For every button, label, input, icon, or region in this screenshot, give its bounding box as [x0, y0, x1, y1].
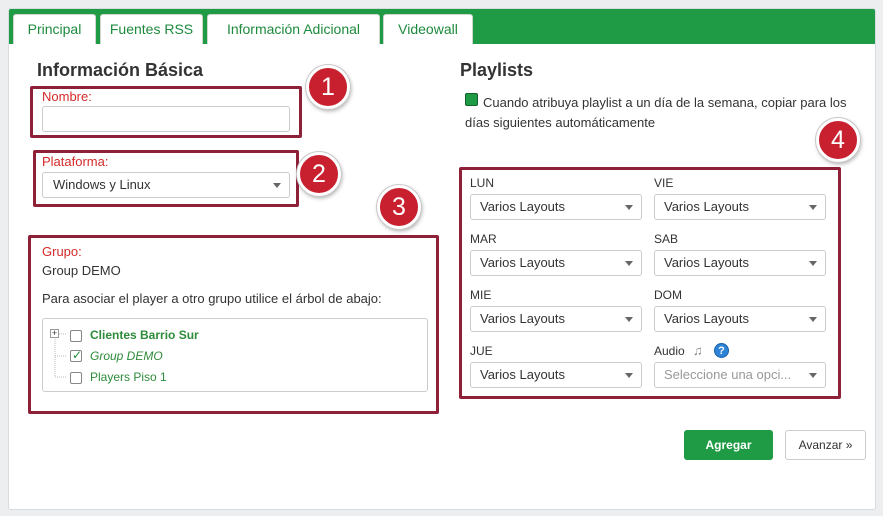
- auto-copy-label: Cuando atribuya playlist a un día de la …: [465, 95, 847, 130]
- day-label-dom: DOM: [654, 288, 682, 302]
- chevron-down-icon: [273, 183, 281, 188]
- tree-hint: Para asociar el player a otro grupo util…: [42, 291, 382, 306]
- music-note-icon: ♫: [693, 343, 703, 358]
- plataforma-select[interactable]: Windows y Linux: [42, 172, 290, 198]
- day-select-sab[interactable]: Varios Layouts: [654, 250, 826, 276]
- annotation-badge-1: 1: [306, 65, 350, 109]
- grupo-value: Group DEMO: [42, 263, 121, 278]
- nombre-input[interactable]: [42, 106, 290, 132]
- playlists-heading: Playlists: [460, 60, 534, 80]
- day-value-sab: Varios Layouts: [664, 255, 750, 270]
- day-value-mie: Varios Layouts: [480, 311, 566, 326]
- help-icon[interactable]: ?: [714, 343, 729, 358]
- day-label-vie: VIE: [654, 176, 674, 190]
- tree-checkbox-group-demo[interactable]: ✓: [70, 348, 83, 362]
- plataforma-label: Plataforma:: [42, 154, 109, 169]
- tree-item-group-demo[interactable]: Group DEMO: [90, 349, 163, 363]
- day-select-jue[interactable]: Varios Layouts: [470, 362, 642, 388]
- grupo-label: Grupo:: [42, 244, 82, 259]
- audio-placeholder: Seleccione una opci...: [664, 367, 792, 382]
- annotation-badge-2: 2: [297, 152, 341, 196]
- chevron-down-icon: [625, 373, 633, 378]
- day-select-mie[interactable]: Varios Layouts: [470, 306, 642, 332]
- audio-select[interactable]: Seleccione una opci...: [654, 362, 826, 388]
- player-form-card: Principal Fuentes RSS Información Adicio…: [8, 8, 876, 510]
- plataforma-value: Windows y Linux: [53, 177, 151, 192]
- tree-checkbox-clientes[interactable]: [70, 330, 82, 342]
- nombre-label: Nombre:: [42, 89, 92, 104]
- chevron-down-icon: [809, 205, 817, 210]
- chevron-down-icon: [625, 261, 633, 266]
- tree-item-players[interactable]: Players Piso 1: [90, 370, 167, 384]
- audio-label: Audio: [654, 344, 685, 358]
- day-value-vie: Varios Layouts: [664, 199, 750, 214]
- tab-informacion-adicional[interactable]: Información Adicional: [207, 14, 380, 44]
- day-label-mie: MIE: [470, 288, 492, 302]
- tree-checkbox-players[interactable]: [70, 372, 82, 384]
- chevron-down-icon: [625, 205, 633, 210]
- day-label-jue: JUE: [470, 344, 493, 358]
- basic-info-heading: Información Básica: [37, 60, 204, 80]
- day-select-dom[interactable]: Varios Layouts: [654, 306, 826, 332]
- tab-bar: Principal Fuentes RSS Información Adicio…: [9, 9, 875, 44]
- day-value-lun: Varios Layouts: [480, 199, 566, 214]
- day-label-lun: LUN: [470, 176, 495, 190]
- tab-videowall[interactable]: Videowall: [383, 14, 473, 44]
- day-select-lun[interactable]: Varios Layouts: [470, 194, 642, 220]
- group-tree: + Clientes Barrio Sur ✓ Group DEMO Playe…: [42, 318, 428, 392]
- chevron-down-icon: [625, 317, 633, 322]
- tab-fuentes-rss[interactable]: Fuentes RSS: [100, 14, 203, 44]
- day-label-mar: MAR: [470, 232, 497, 246]
- chevron-down-icon: [809, 373, 817, 378]
- tree-item-clientes[interactable]: Clientes Barrio Sur: [90, 328, 199, 342]
- day-value-mar: Varios Layouts: [480, 255, 566, 270]
- annotation-badge-3: 3: [377, 185, 421, 229]
- day-value-dom: Varios Layouts: [664, 311, 750, 326]
- tab-principal[interactable]: Principal: [13, 14, 96, 44]
- day-select-vie[interactable]: Varios Layouts: [654, 194, 826, 220]
- tree-expand-icon[interactable]: +: [50, 329, 59, 338]
- chevron-down-icon: [809, 317, 817, 322]
- agregar-button[interactable]: Agregar: [684, 430, 773, 460]
- annotation-badge-4: 4: [816, 118, 860, 162]
- day-value-jue: Varios Layouts: [480, 367, 566, 382]
- day-label-sab: SAB: [654, 232, 679, 246]
- chevron-down-icon: [809, 261, 817, 266]
- avanzar-button[interactable]: Avanzar »: [785, 430, 866, 460]
- checkbox-check-icon: ✓: [72, 348, 83, 362]
- day-select-mar[interactable]: Varios Layouts: [470, 250, 642, 276]
